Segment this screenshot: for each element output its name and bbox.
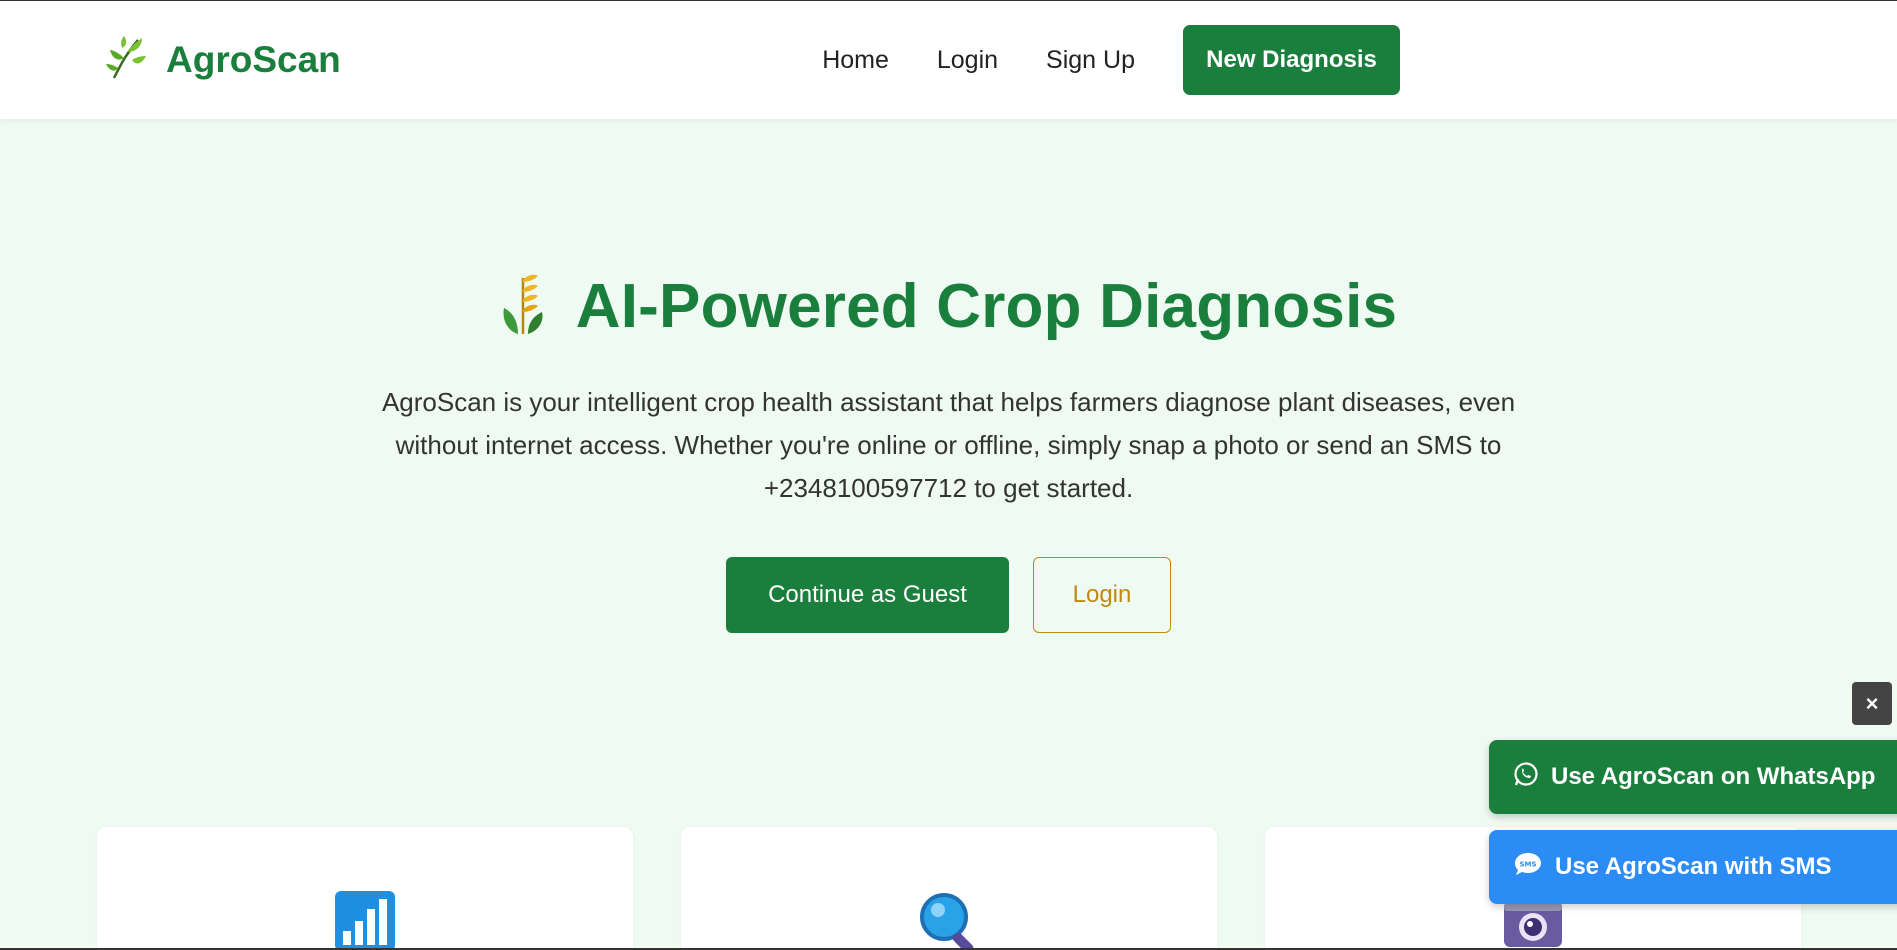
feature-card bbox=[97, 827, 633, 948]
whatsapp-float-button[interactable]: Use AgroScan on WhatsApp bbox=[1489, 740, 1897, 814]
hero-title-row: AI-Powered Crop Diagnosis bbox=[0, 271, 1897, 342]
sms-bubble-icon: SMS bbox=[1513, 851, 1543, 884]
sms-float-button[interactable]: SMS Use AgroScan with SMS bbox=[1489, 830, 1897, 904]
feature-card bbox=[681, 827, 1217, 948]
nav-signup-link[interactable]: Sign Up bbox=[1046, 46, 1135, 75]
hero-login-button[interactable]: Login bbox=[1033, 557, 1171, 633]
whatsapp-icon bbox=[1513, 761, 1539, 794]
bar-chart-icon bbox=[335, 891, 395, 948]
leaf-logo-icon bbox=[106, 35, 146, 85]
magnifier-icon bbox=[918, 891, 980, 948]
continue-as-guest-button[interactable]: Continue as Guest bbox=[726, 557, 1009, 633]
brand[interactable]: AgroScan bbox=[106, 35, 341, 85]
main-nav: Home Login Sign Up New Diagnosis bbox=[822, 25, 1897, 95]
page: AgroScan Home Login Sign Up New Diagnosi… bbox=[0, 0, 1897, 950]
new-diagnosis-button[interactable]: New Diagnosis bbox=[1183, 25, 1400, 95]
hero-description: AgroScan is your intelligent crop health… bbox=[381, 387, 1516, 503]
wheat-icon bbox=[500, 272, 546, 341]
nav-login-link[interactable]: Login bbox=[937, 46, 998, 75]
top-navbar: AgroScan Home Login Sign Up New Diagnosi… bbox=[0, 1, 1897, 119]
brand-name: AgroScan bbox=[166, 39, 341, 80]
close-floating-button[interactable]: × bbox=[1852, 682, 1892, 725]
svg-text:SMS: SMS bbox=[1519, 860, 1536, 868]
nav-home-link[interactable]: Home bbox=[822, 46, 889, 75]
whatsapp-float-label: Use AgroScan on WhatsApp bbox=[1551, 763, 1876, 790]
page-title: AI-Powered Crop Diagnosis bbox=[575, 272, 1398, 341]
sms-float-label: Use AgroScan with SMS bbox=[1555, 853, 1832, 880]
hero-actions: Continue as Guest Login bbox=[726, 557, 1171, 633]
